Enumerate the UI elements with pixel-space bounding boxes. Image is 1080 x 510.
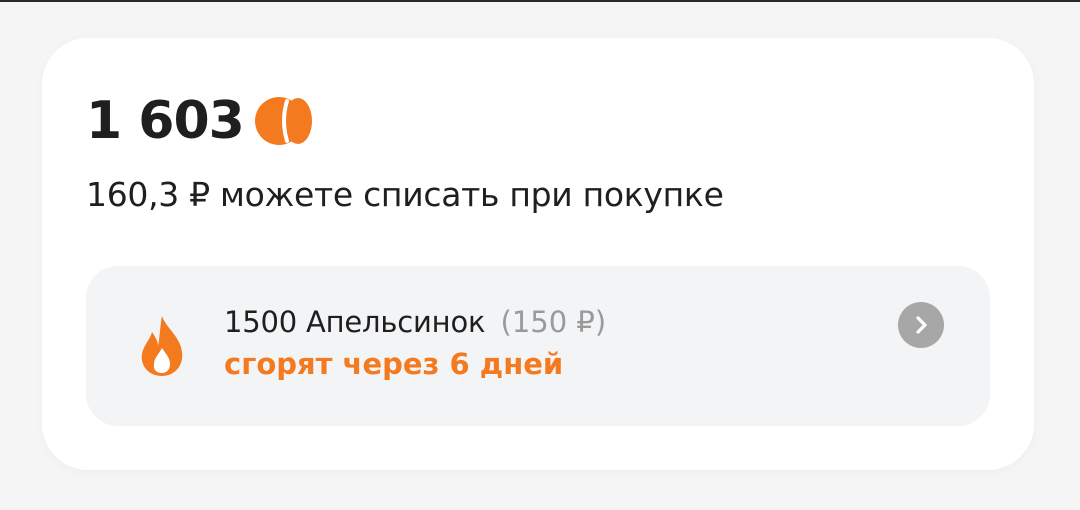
chevron-right-icon	[916, 316, 927, 334]
orange-coin-icon	[254, 97, 312, 145]
balance-value: 1 603	[86, 91, 245, 151]
balance-row: 1 603	[86, 90, 320, 152]
top-divider	[0, 0, 1080, 2]
expiring-details-button[interactable]	[898, 302, 944, 348]
redeemable-amount-text: 160,3 ₽ можете списать при покупке	[86, 175, 724, 214]
expiring-rub-value: (150 ₽)	[500, 305, 607, 339]
expiring-amount-line: 1500 Апельсинок (150 ₽)	[224, 300, 606, 344]
expiring-points-block[interactable]: 1500 Апельсинок (150 ₽) сгорят через 6 д…	[86, 266, 990, 426]
fire-icon	[141, 316, 183, 376]
expiring-deadline: сгорят через 6 дней	[224, 347, 564, 381]
bonus-balance-card: 1 603 160,3 ₽ можете списать при покупке…	[42, 38, 1034, 470]
expiring-amount: 1500 Апельсинок	[224, 305, 486, 339]
